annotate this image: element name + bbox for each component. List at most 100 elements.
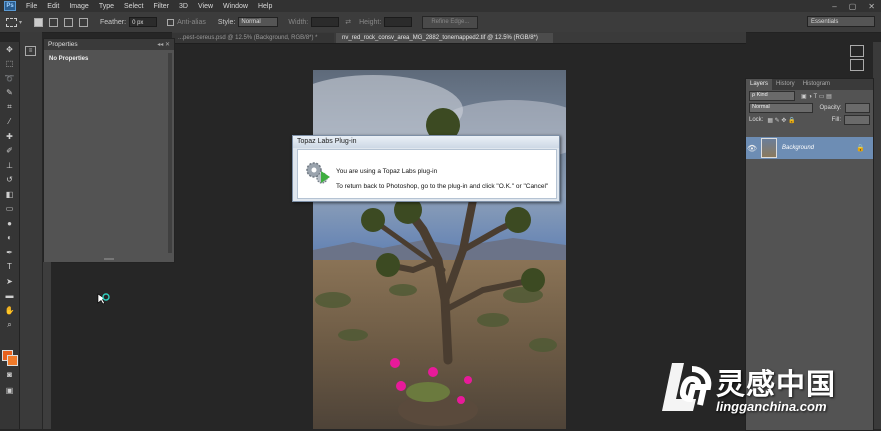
menu-window[interactable]: Window <box>223 3 248 10</box>
anti-alias-checkbox[interactable] <box>167 18 175 26</box>
style-select[interactable]: Normal <box>238 17 279 27</box>
dodge-tool-icon[interactable]: ◐ <box>0 231 19 246</box>
zoom-tool-icon[interactable]: ⌕ <box>0 318 19 333</box>
tab-histogram[interactable]: Histogram <box>799 79 834 90</box>
options-bar: ▾ Feather: 0 px Anti-alias Style: Normal… <box>0 12 881 33</box>
dialog-message-line-1: You are using a Topaz Labs plug-in <box>336 168 438 175</box>
document-tab-bar: ...pest-cereus.psd @ 12.5% (Background, … <box>172 32 746 44</box>
tab-document-2[interactable]: nv_red_rock_consv_area_MG_2882_tonemappe… <box>336 33 553 43</box>
quick-mask-icon[interactable]: ◙ <box>0 367 19 382</box>
rectangle-tool-icon[interactable]: ▬ <box>0 289 19 304</box>
menu-file[interactable]: File <box>26 3 37 10</box>
watermark-url: lingganchina.com <box>716 399 827 414</box>
refine-edge-button[interactable]: Refine Edge... <box>422 15 479 29</box>
layer-thumbnail <box>761 138 777 158</box>
tab-history[interactable]: History <box>772 79 799 90</box>
marquee-tool-icon[interactable]: ⬚ <box>0 57 19 72</box>
background-color-swatch[interactable] <box>7 355 18 366</box>
menu-edit[interactable]: Edit <box>47 3 59 10</box>
adjustments-panel-icon[interactable] <box>850 59 864 71</box>
vertical-ruler <box>43 262 51 429</box>
pen-tool-icon[interactable]: ✒ <box>0 245 19 260</box>
properties-scrollbar[interactable] <box>168 53 172 253</box>
blur-tool-icon[interactable]: ● <box>0 216 19 231</box>
swap-icon[interactable]: ⇄ <box>345 18 351 26</box>
layer-name: Background <box>782 145 815 151</box>
eyedropper-tool-icon[interactable]: ⁄ <box>0 115 19 130</box>
path-selection-tool-icon[interactable]: ➤ <box>0 274 19 289</box>
clone-stamp-tool-icon[interactable]: ⊥ <box>0 158 19 173</box>
properties-panel-icon[interactable]: ≡ <box>25 46 36 56</box>
watermark-chinese-text: 灵感中国 <box>716 369 837 401</box>
lg-logo-icon <box>662 363 712 411</box>
maximize-button[interactable]: ▢ <box>849 2 857 11</box>
tab-layers[interactable]: Layers <box>746 79 773 90</box>
layer-lock-icon: 🔒 <box>856 145 865 152</box>
blend-mode-select[interactable]: Normal <box>749 103 814 113</box>
collapsed-panel-strip: ≡ <box>20 32 42 429</box>
menu-image[interactable]: Image <box>69 3 88 10</box>
tab-document-1[interactable]: ...pest-cereus.psd @ 12.5% (Background, … <box>172 33 334 43</box>
healing-brush-tool-icon[interactable]: ✚ <box>0 129 19 144</box>
subtract-selection-icon[interactable] <box>64 17 74 27</box>
menu-view[interactable]: View <box>198 3 213 10</box>
menu-filter[interactable]: Filter <box>153 3 169 10</box>
feather-input[interactable]: 0 px <box>129 17 158 27</box>
height-input[interactable] <box>384 17 413 27</box>
dropdown-arrow-icon[interactable]: ▾ <box>19 19 22 26</box>
menu-type[interactable]: Type <box>99 3 114 10</box>
workspace-select[interactable]: Essentials <box>807 16 875 27</box>
lock-icons[interactable]: ▦ ✎ ✥ 🔒 <box>767 117 795 124</box>
joshua-tree-photo <box>313 70 566 429</box>
panel-resize-handle[interactable] <box>104 258 114 260</box>
properties-panel-header[interactable]: Properties ◂◂ ✕ <box>44 39 174 50</box>
menu-select[interactable]: Select <box>124 3 143 10</box>
properties-panel: Properties ◂◂ ✕ No Properties <box>43 38 175 263</box>
blend-mode-row: Normal Opacity: <box>746 102 873 114</box>
width-label: Width: <box>288 18 309 26</box>
crop-tool-icon[interactable]: ⌗ <box>0 100 19 115</box>
kind-filter-select[interactable]: ρ Kind <box>749 91 795 101</box>
screen-mode-icon[interactable]: ▣ <box>0 383 19 398</box>
width-input[interactable] <box>311 17 340 27</box>
window-controls: – ▢ ✕ <box>832 0 875 12</box>
gears-play-icon <box>306 162 330 184</box>
properties-panel-title: Properties <box>48 41 78 48</box>
lasso-tool-icon[interactable]: ➰ <box>0 71 19 86</box>
history-brush-tool-icon[interactable]: ↺ <box>0 173 19 188</box>
type-tool-icon[interactable]: T <box>0 260 19 275</box>
eraser-tool-icon[interactable]: ◧ <box>0 187 19 202</box>
menu-help[interactable]: Help <box>258 3 272 10</box>
photoshop-logo: Ps <box>4 1 16 11</box>
intersect-selection-icon[interactable] <box>79 17 89 27</box>
site-watermark: 灵感中国 lingganchina.com <box>658 355 878 425</box>
menu-bar: Ps File Edit Image Type Select Filter 3D… <box>0 0 881 12</box>
marquee-tool-preset-icon[interactable] <box>6 17 17 27</box>
minimize-button[interactable]: – <box>832 2 836 11</box>
panel-dock-icons <box>842 42 872 72</box>
close-button[interactable]: ✕ <box>868 2 875 11</box>
move-tool-icon[interactable]: ✥ <box>0 42 19 57</box>
feather-label: Feather: <box>100 18 127 26</box>
hand-tool-icon[interactable]: ✋ <box>0 303 19 318</box>
lock-row: Lock: ▦ ✎ ✥ 🔒 Fill: <box>746 114 873 126</box>
new-selection-icon[interactable] <box>34 17 44 27</box>
quick-selection-tool-icon[interactable]: ✎ <box>0 86 19 101</box>
properties-empty-message: No Properties <box>49 56 89 62</box>
document-canvas[interactable] <box>313 70 566 429</box>
fill-label: Fill: <box>831 117 841 123</box>
color-panel-icon[interactable] <box>850 45 864 57</box>
menu-3d[interactable]: 3D <box>179 3 188 10</box>
filter-icons[interactable]: ▣ ◑ T ▭ ▤ <box>801 93 832 100</box>
visibility-eye-icon[interactable]: 👁 <box>746 144 758 153</box>
opacity-input[interactable] <box>844 103 870 113</box>
gradient-tool-icon[interactable]: ▭ <box>0 202 19 217</box>
brush-tool-icon[interactable]: ✐ <box>0 144 19 159</box>
height-label: Height: <box>359 18 382 26</box>
fill-input[interactable] <box>844 115 870 125</box>
add-selection-icon[interactable] <box>49 17 59 27</box>
layer-row-background[interactable]: 👁 Background 🔒 <box>746 137 873 159</box>
dialog-title: Topaz Labs Plug-in <box>293 136 559 148</box>
dialog-message-line-2: To return back to Photoshop, go to the p… <box>336 183 549 190</box>
collapse-panel-icon[interactable]: ◂◂ ✕ <box>157 41 170 48</box>
